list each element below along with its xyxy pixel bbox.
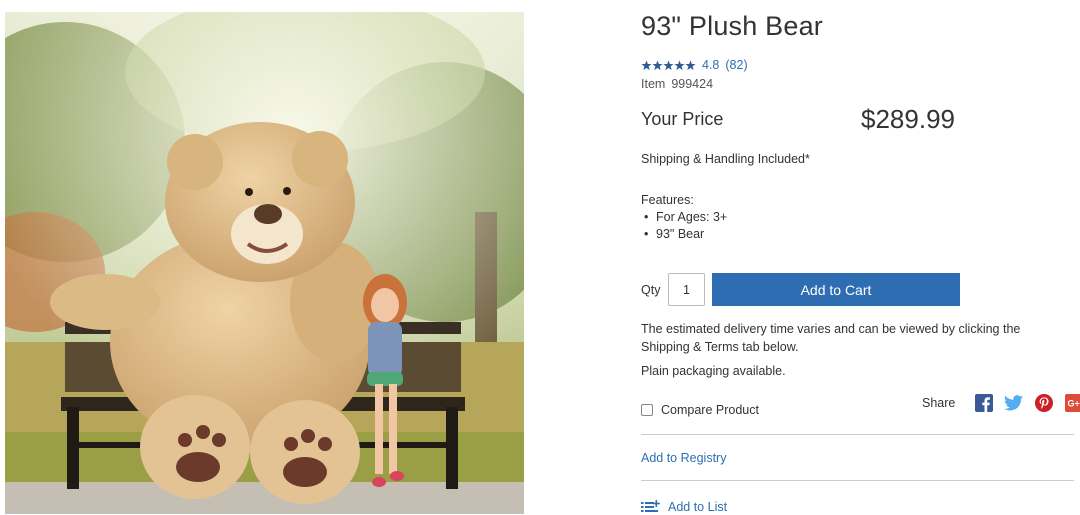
add-to-list-link[interactable]: Add to List <box>641 500 727 514</box>
qty-input[interactable] <box>668 273 705 306</box>
rating-summary[interactable]: 4.8 (82) <box>641 58 748 72</box>
svg-text:G+: G+ <box>1067 398 1079 408</box>
product-photo <box>5 12 524 514</box>
price-label: Your Price <box>641 109 724 129</box>
star-icon <box>663 59 674 70</box>
pinterest-icon[interactable] <box>1034 393 1053 412</box>
star-rating <box>641 59 696 71</box>
item-number: 999424 <box>671 77 714 91</box>
add-to-list-label: Add to List <box>668 500 728 514</box>
share-bar: Share G+ <box>922 393 1080 412</box>
product-title: 93" Plush Bear <box>641 11 823 41</box>
facebook-icon[interactable] <box>974 393 993 412</box>
delivery-note: The estimated delivery time varies and c… <box>641 322 1021 354</box>
star-icon <box>652 59 663 70</box>
add-to-cart-button[interactable]: Add to Cart <box>712 273 960 306</box>
compare-product[interactable]: Compare Product <box>641 403 759 417</box>
share-label: Share <box>922 395 956 410</box>
divider <box>641 480 1074 481</box>
item-number-row: Item 999424 <box>641 77 713 91</box>
features-label: Features: <box>641 193 694 207</box>
add-list-icon <box>641 500 660 512</box>
shipping-note: Shipping & Handling Included* <box>641 152 810 166</box>
divider <box>641 434 1074 435</box>
feature-item: 93" Bear <box>641 226 727 243</box>
feature-item: For Ages: 3+ <box>641 209 727 226</box>
rating-value: 4.8 <box>702 58 720 72</box>
features-list: For Ages: 3+ 93" Bear <box>641 209 727 243</box>
star-icon <box>641 59 652 70</box>
qty-label: Qty <box>641 283 661 297</box>
review-count-link[interactable]: (82) <box>725 58 747 72</box>
price-value: $289.99 <box>861 104 955 134</box>
google-plus-icon[interactable]: G+ <box>1064 393 1080 412</box>
twitter-icon[interactable] <box>1004 393 1024 412</box>
item-label: Item <box>641 77 666 91</box>
product-details: 93" Plush Bear 4.8 (82) Item 999424 Your … <box>641 0 1080 515</box>
compare-checkbox[interactable] <box>641 404 653 416</box>
product-image[interactable] <box>5 12 524 514</box>
packaging-note: Plain packaging available. <box>641 364 786 378</box>
star-icon <box>685 59 696 70</box>
star-icon <box>674 59 685 70</box>
compare-label: Compare Product <box>661 403 759 417</box>
add-to-registry-link[interactable]: Add to Registry <box>641 451 726 465</box>
